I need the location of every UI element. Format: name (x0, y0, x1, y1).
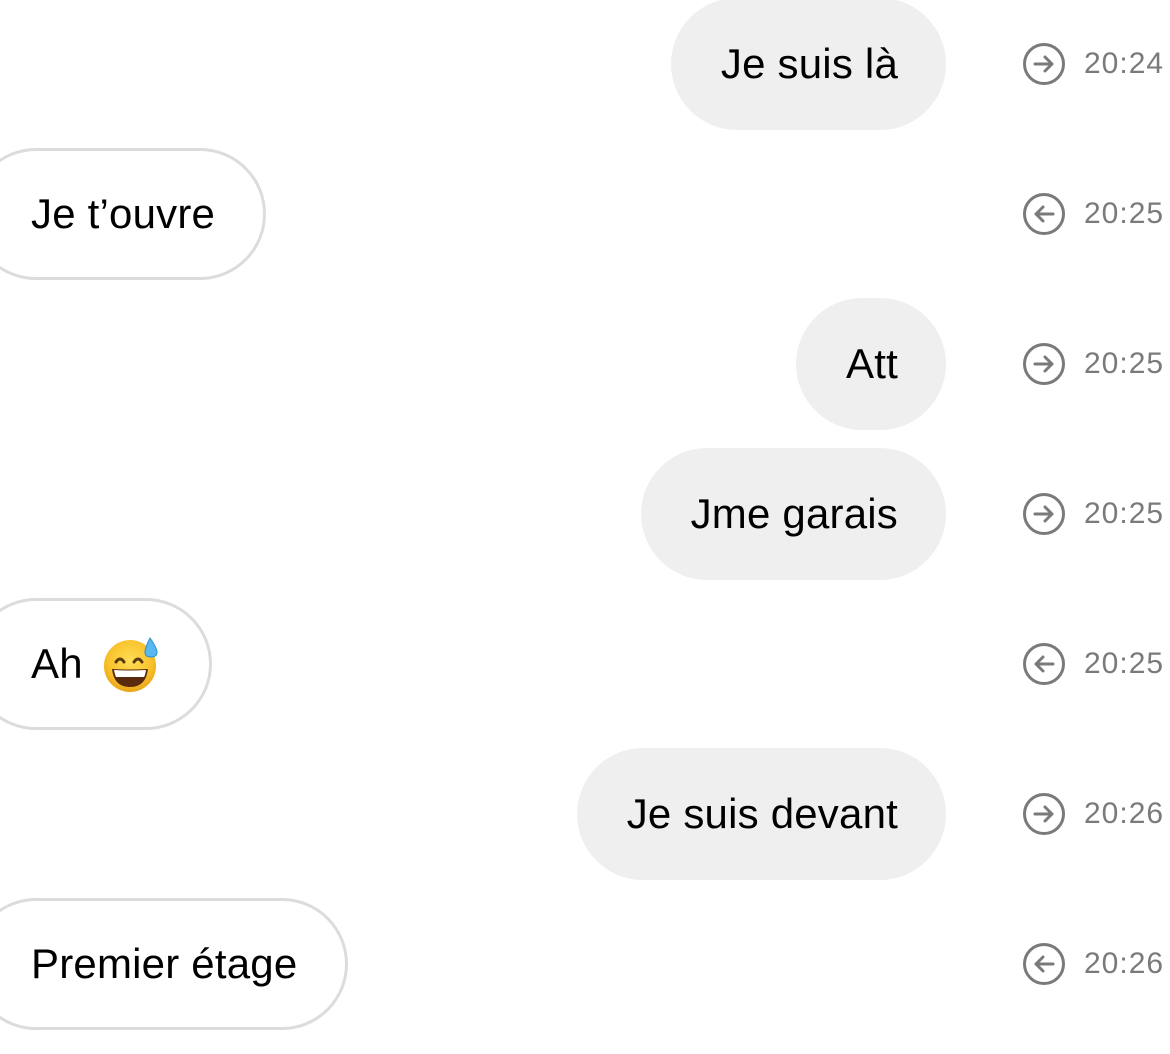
arrow-left-circle-icon (1023, 193, 1065, 235)
message-meta: 20:25 (1022, 448, 1164, 580)
received-message-bubble[interactable]: Premier étage (0, 898, 349, 1030)
message-text: Jme garais (690, 490, 898, 537)
message-row: Je suis devant 20:26 (0, 748, 1170, 880)
timestamp: 20:26 (1084, 947, 1165, 980)
message-meta: 20:26 (1022, 898, 1164, 1030)
message-row: Je t’ouvre 20:25 (0, 148, 1170, 280)
message-row: Premier étage 20:26 (0, 898, 1170, 1030)
sent-message-bubble[interactable]: Jme garais (640, 448, 946, 580)
arrow-right-circle-icon (1023, 793, 1065, 835)
message-text: Je t’ouvre (31, 190, 216, 237)
message-thread: Je suis là 20:24 Je t’ouvre 20:25 Att 20… (0, 0, 1170, 1054)
arrow-right-circle-icon (1023, 343, 1065, 385)
sent-message-bubble[interactable]: Att (796, 298, 946, 430)
arrow-left-circle-icon (1023, 943, 1065, 985)
grinning-face-with-sweat-icon (103, 637, 158, 692)
sent-message-bubble[interactable]: Je suis devant (576, 748, 946, 880)
message-text: Je suis devant (626, 790, 898, 837)
message-meta: 20:25 (1022, 148, 1164, 280)
timestamp: 20:25 (1084, 647, 1165, 680)
timestamp: 20:25 (1084, 497, 1165, 530)
arrow-right-circle-icon (1023, 43, 1065, 85)
timestamp: 20:25 (1084, 347, 1165, 380)
received-message-bubble[interactable]: Ah (0, 598, 212, 730)
timestamp: 20:24 (1084, 47, 1165, 80)
message-text: Ah (31, 640, 83, 687)
message-meta: 20:25 (1022, 598, 1164, 730)
message-row: Ah 20:25 (0, 598, 1170, 730)
message-text: Att (846, 340, 898, 387)
message-row: Att 20:25 (0, 298, 1170, 430)
timestamp: 20:26 (1084, 797, 1165, 830)
message-row: Je suis là 20:24 (0, 0, 1170, 130)
timestamp: 20:25 (1084, 197, 1165, 230)
message-meta: 20:24 (1022, 0, 1164, 130)
message-meta: 20:26 (1022, 748, 1164, 880)
message-text: Je suis là (720, 40, 898, 87)
message-text: Premier étage (31, 940, 298, 987)
message-meta: 20:25 (1022, 298, 1164, 430)
received-message-bubble[interactable]: Je t’ouvre (0, 148, 267, 280)
message-row: Jme garais 20:25 (0, 448, 1170, 580)
arrow-right-circle-icon (1023, 493, 1065, 535)
sent-message-bubble[interactable]: Je suis là (670, 0, 946, 130)
arrow-left-circle-icon (1023, 643, 1065, 685)
